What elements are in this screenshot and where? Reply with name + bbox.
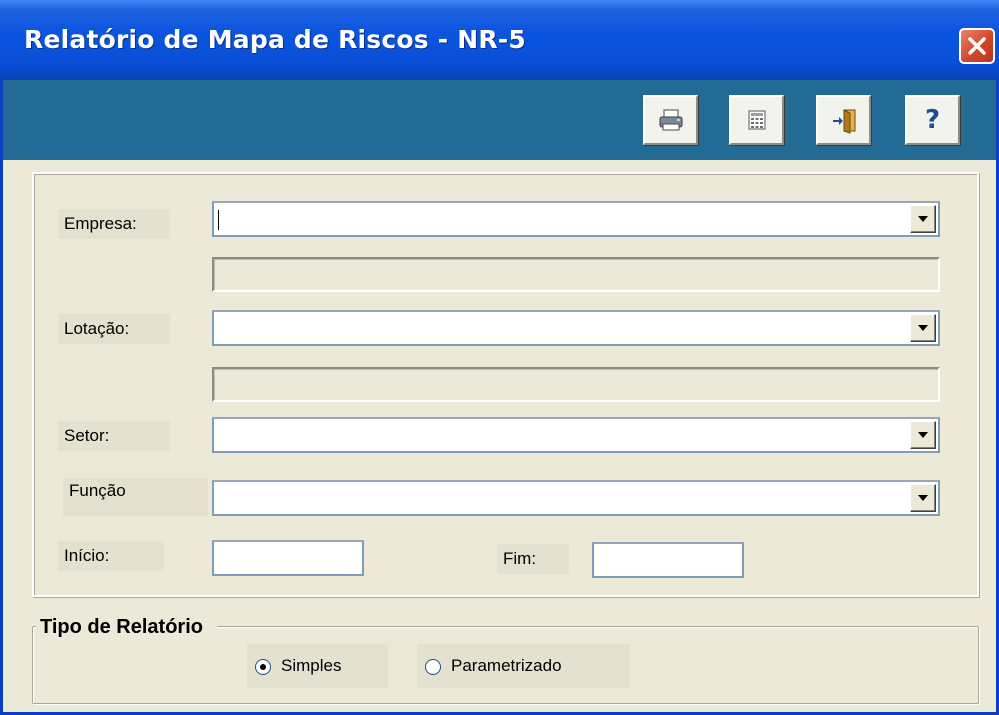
fim-label: Fim: — [497, 544, 569, 574]
funcao-combobox[interactable] — [212, 480, 940, 516]
report-type-title: Tipo de Relatório — [36, 612, 217, 642]
lotacao-combobox[interactable] — [212, 310, 940, 346]
lotacao-label: Lotação: — [58, 314, 170, 344]
exit-button[interactable] — [816, 95, 871, 145]
lotacao-dropdown-button[interactable] — [910, 314, 936, 342]
radio-simples-label: Simples — [281, 656, 342, 675]
chevron-down-icon — [918, 325, 928, 331]
radio-unselected-icon — [425, 659, 441, 675]
empresa-combobox[interactable] — [212, 201, 940, 237]
title-bar[interactable]: Relatório de Mapa de Riscos - NR-5 — [0, 0, 999, 80]
print-button[interactable] — [643, 95, 698, 145]
text-caret — [218, 210, 219, 230]
empresa-label: Empresa: — [58, 209, 170, 239]
funcao-label: Função — [63, 478, 208, 516]
help-button[interactable]: ? — [905, 95, 960, 145]
inicio-label: Início: — [58, 541, 164, 571]
radio-selected-icon — [255, 659, 271, 675]
fim-date-input[interactable] — [592, 542, 744, 578]
radio-parametrizado-label: Parametrizado — [451, 656, 562, 675]
exit-door-icon — [833, 109, 856, 134]
close-icon — [968, 37, 986, 55]
printer-icon — [659, 109, 683, 131]
chevron-down-icon — [918, 432, 928, 438]
setor-label: Setor: — [58, 421, 170, 451]
setor-combobox[interactable] — [212, 417, 940, 453]
report-window: Relatório de Mapa de Riscos - NR-5 ? Emp… — [0, 0, 999, 715]
empresa-description-field — [212, 257, 940, 292]
window-title: Relatório de Mapa de Riscos - NR-5 — [24, 25, 526, 54]
calculator-icon — [748, 110, 766, 130]
radio-parametrizado[interactable]: Parametrizado — [417, 644, 630, 688]
funcao-dropdown-button[interactable] — [910, 484, 936, 512]
help-icon: ? — [924, 105, 941, 135]
calculator-button[interactable] — [729, 95, 784, 145]
chevron-down-icon — [918, 495, 928, 501]
chevron-down-icon — [918, 216, 928, 222]
inicio-date-input[interactable] — [212, 540, 364, 576]
close-button[interactable] — [959, 28, 995, 64]
radio-simples[interactable]: Simples — [247, 644, 388, 688]
lotacao-description-field — [212, 367, 940, 402]
empresa-dropdown-button[interactable] — [910, 205, 936, 233]
setor-dropdown-button[interactable] — [910, 421, 936, 449]
